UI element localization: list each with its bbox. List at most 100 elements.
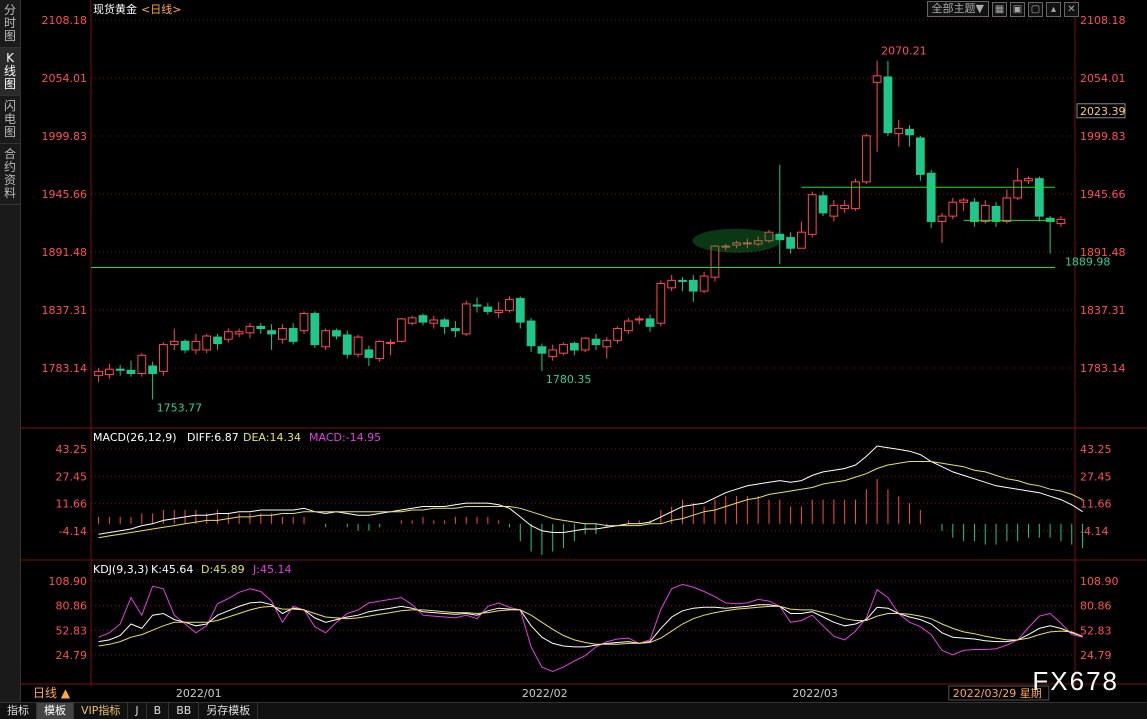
kdj-tick-left: 24.79 — [56, 649, 88, 662]
candle-body — [872, 75, 882, 83]
candle-body — [807, 194, 817, 235]
macd-diff-line — [98, 445, 1083, 535]
candle-body — [591, 338, 601, 346]
candle-body — [418, 315, 428, 323]
candle-body — [126, 369, 136, 375]
bottom-tab-4[interactable]: B — [147, 703, 170, 719]
restore-icon[interactable]: ▢ — [1028, 1, 1043, 17]
macd-macd-label: MACD:-14.95 — [309, 431, 381, 444]
bottom-tab-3[interactable]: J — [128, 703, 147, 719]
bottom-tab-5[interactable]: BB — [169, 703, 200, 719]
price-tick-left: 1891.48 — [42, 246, 88, 259]
kdj-tick-right: 24.79 — [1080, 649, 1112, 662]
bottom-tab-1[interactable]: 模板 — [37, 703, 74, 719]
candle-body — [1002, 197, 1012, 222]
candle-body — [613, 328, 622, 341]
price-tick-left: 1999.83 — [42, 130, 88, 143]
candle-body — [299, 313, 309, 332]
candle-body — [624, 320, 633, 332]
up-icon[interactable]: ▴ — [1046, 1, 1061, 17]
candle-body — [472, 304, 482, 307]
candle-body — [569, 343, 579, 351]
price-tick-right: 2108.18 — [1080, 14, 1126, 27]
candle-body — [148, 365, 158, 375]
chart-area[interactable]: 2108.18 2108.18 2054.01 2054.01 1999.83 1999.… — [20, 0, 1147, 718]
candle-body — [180, 340, 190, 351]
candle-body — [386, 341, 395, 344]
candle-body — [656, 283, 666, 324]
candle-body — [634, 318, 644, 321]
current-price-label: 2023.39 — [1080, 105, 1126, 118]
candle-body — [396, 318, 406, 342]
candle-body — [829, 204, 839, 217]
candle-body — [980, 204, 990, 222]
candle-body — [667, 279, 677, 289]
candle-body — [375, 340, 385, 360]
kdj-tick-left: 80.86 — [56, 600, 88, 613]
candle-body — [559, 344, 568, 354]
toolbar: 全部主题▼ ▦ ▣ ▢ ▴ ✕ — [926, 1, 1079, 17]
candle-body — [440, 319, 449, 327]
kdj-tick-right: 52.83 — [1080, 624, 1112, 637]
bottom-tab-6[interactable]: 另存模板 — [199, 703, 259, 719]
candle-body — [959, 199, 969, 203]
candle-body — [970, 201, 979, 222]
candle-body — [580, 337, 590, 351]
grid-icon[interactable]: ▦ — [992, 1, 1007, 17]
high-annotation: 2070.21 — [881, 45, 927, 58]
candle-body — [223, 331, 233, 340]
price-tick-left: 2054.01 — [42, 72, 88, 85]
bottom-tab-2[interactable]: VIP指标 — [74, 703, 129, 719]
kdj-j-label: J:45.14 — [252, 563, 291, 576]
macd-tick-left: -4.14 — [59, 525, 87, 538]
candle-body — [786, 237, 796, 249]
candle-body — [937, 215, 947, 222]
candle-body — [451, 328, 460, 332]
candle-body — [1013, 180, 1023, 199]
kdj-tick-left: 52.83 — [56, 624, 88, 637]
candle-body — [159, 344, 168, 372]
candle-body — [851, 181, 860, 210]
candle-body — [494, 309, 504, 313]
candle-body — [515, 298, 525, 323]
candle-body — [267, 330, 276, 335]
instrument-title: 现货黄金 — [93, 2, 137, 16]
kdj-tick-right: 108.90 — [1080, 575, 1119, 588]
candle-body — [915, 137, 925, 175]
candle-body — [840, 204, 850, 210]
period-label: 日线 ▲ — [33, 686, 71, 700]
candle-body — [104, 368, 114, 376]
candle-body — [94, 370, 103, 377]
price-tick-right: 1945.66 — [1080, 188, 1126, 201]
sidebar-item-0[interactable]: 分时图 — [0, 0, 20, 48]
price-tick-left: 1837.31 — [42, 304, 88, 317]
image-icon[interactable]: ▣ — [1010, 1, 1025, 17]
candle-body — [342, 334, 352, 355]
candle-body — [1056, 218, 1066, 225]
kdj-tick-right: 80.86 — [1080, 600, 1112, 613]
candle-body — [407, 317, 417, 324]
price-tick-right: 2054.01 — [1080, 72, 1126, 85]
candle-body — [310, 313, 320, 346]
close-icon[interactable]: ✕ — [1064, 1, 1079, 17]
candle-body — [429, 319, 439, 324]
candle-body — [321, 330, 331, 348]
watermark: FX678 — [1032, 666, 1119, 696]
bottom-tab-0[interactable]: 指标 — [0, 703, 37, 719]
price-tick-left: 1783.14 — [42, 362, 88, 375]
theme-select[interactable]: 全部主题▼ — [926, 1, 989, 17]
sidebar-item-1[interactable]: K线图 — [0, 48, 20, 96]
kdj-k-label: K:45.64 — [151, 563, 193, 576]
macd-dea-label: DEA:14.34 — [243, 431, 301, 444]
macd-dea-line — [98, 461, 1083, 539]
sidebar-item-2[interactable]: 闪电图 — [0, 96, 20, 144]
candle-body — [288, 328, 298, 342]
candle-body — [137, 354, 147, 375]
macd-tick-left: 11.66 — [56, 498, 88, 511]
chart-svg[interactable]: 2108.18 2108.18 2054.01 2054.01 1999.83 1999.… — [20, 0, 1147, 702]
sidebar-item-3[interactable]: 合约资料 — [0, 144, 20, 205]
candle-body — [926, 172, 936, 222]
candle-body — [645, 318, 655, 327]
candle-body — [797, 231, 806, 249]
candle-body — [526, 320, 536, 347]
